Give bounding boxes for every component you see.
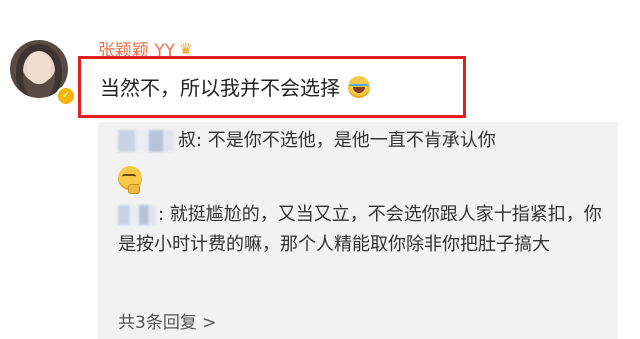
laugh-cry-emoji-icon [348,75,370,98]
reply-text: 叔: 不是你不选他，是他一直不肯承认你 [178,130,496,151]
reply-text: : 就挺尴尬的，又当又立，不会选你跟人家十指紧扣，你是按小时计费的嘛，那个人精能… [118,204,602,255]
reply-item[interactable]: 叔: 不是你不选他，是他一直不肯承认你 [118,126,496,156]
reply-item[interactable]: : 就挺尴尬的，又当又立，不会选你跟人家十指紧扣，你是按小时计费的嘛，那个人精能… [118,200,608,260]
comment-body: 当然不，所以我并不会选择 [100,72,370,101]
thinking-emoji-icon [118,166,142,194]
crown-icon: ♛ [179,39,193,58]
blurred-author [118,205,156,225]
verified-badge-icon: ✓ [56,86,76,106]
comment-text: 当然不，所以我并不会选择 [100,76,340,100]
replies-panel: 叔: 不是你不选他，是他一直不肯承认你 : 就挺尴尬的，又当又立，不会选你跟人家… [98,122,618,339]
more-replies-link[interactable]: 共3条回复 > [118,308,216,333]
avatar-face [27,52,51,84]
blurred-author [118,130,174,152]
